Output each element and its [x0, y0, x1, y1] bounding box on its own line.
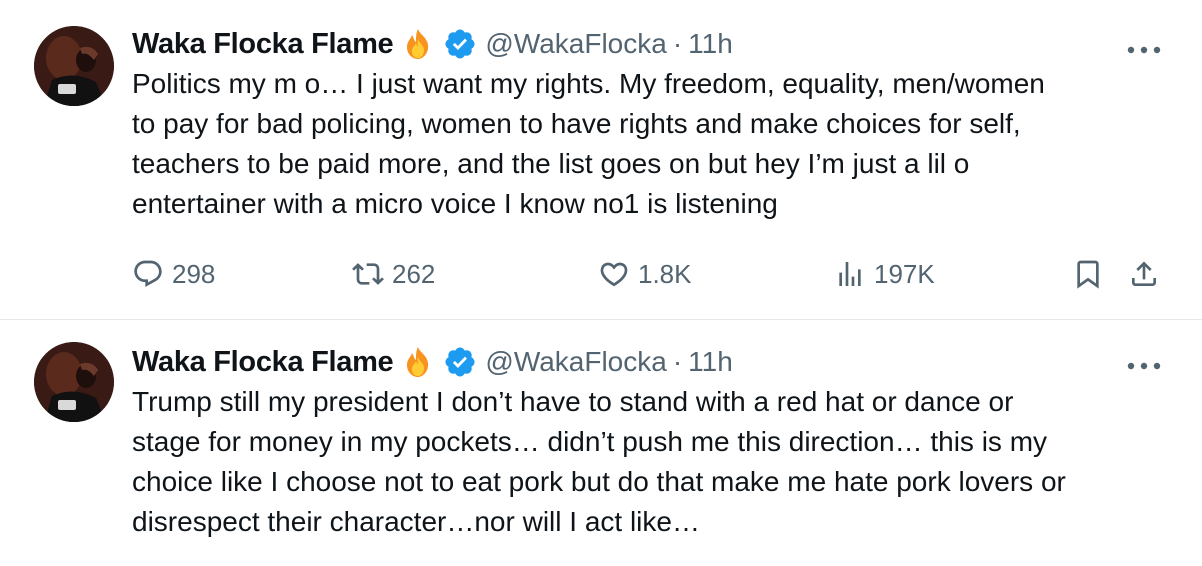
tweet-text-line: entertainer with a micro voice I know no… [132, 188, 778, 219]
share-button[interactable] [1128, 246, 1160, 302]
author-handle[interactable]: @WakaFlocka [485, 346, 666, 378]
separator-dot: · [672, 28, 683, 59]
reply-button[interactable]: 298 [132, 246, 215, 302]
views-button[interactable]: 197K [834, 246, 935, 302]
separator-dot: · [672, 346, 683, 377]
tweet-text-line: teachers to be paid more, and the list g… [132, 148, 970, 179]
tweet-text-line: disrespect their character…nor will I ac… [132, 506, 700, 537]
verified-badge-icon[interactable] [443, 345, 477, 379]
fire-icon [401, 27, 435, 61]
author-name[interactable]: Waka Flocka Flame [132, 28, 394, 61]
tweet[interactable]: Waka Flocka Flame @WakaFlocka · 11h Trum… [0, 320, 1202, 566]
tweet-header: Waka Flocka Flame @WakaFlocka · 11h [132, 24, 1168, 64]
timestamp[interactable]: 11h [688, 346, 733, 378]
tweet-text: Politics my m o… I just want my rights. … [132, 64, 1172, 224]
views-icon [839, 262, 861, 286]
timestamp[interactable]: 11h [688, 28, 733, 60]
author-handle[interactable]: @WakaFlocka [485, 28, 666, 60]
views-count: 197K [874, 258, 935, 289]
author-name[interactable]: Waka Flocka Flame [132, 346, 394, 379]
tweet-text-line: to pay for bad policing, women to have r… [132, 108, 1021, 139]
like-button[interactable]: 1.8K [598, 246, 692, 302]
reply-icon [134, 260, 162, 287]
repost-icon [352, 263, 384, 285]
avatar[interactable] [34, 26, 114, 106]
tweet-text-line: choice like I choose not to eat pork but… [132, 466, 1066, 497]
like-count: 1.8K [638, 258, 692, 289]
tweet-text-line: Politics my m o… I just want my rights. … [132, 68, 1045, 99]
avatar[interactable] [34, 342, 114, 422]
tweet-text-line: Trump still my president I don’t have to… [132, 386, 1014, 417]
tweet-text-line: stage for money in my pockets… didn’t pu… [132, 426, 1048, 457]
repost-count: 262 [392, 258, 436, 289]
like-icon [600, 262, 628, 287]
bookmark-button[interactable] [1072, 246, 1104, 302]
tweet-actions: 298 262 1.8K 197K [132, 246, 1168, 302]
repost-button[interactable]: 262 [352, 246, 435, 302]
tweet[interactable]: Waka Flocka Flame @WakaFlocka · 11h Poli… [0, 0, 1202, 320]
more-icon[interactable] [1126, 358, 1162, 370]
more-icon[interactable] [1126, 42, 1162, 54]
fire-icon [401, 345, 435, 379]
verified-badge-icon[interactable] [443, 27, 477, 61]
bookmark-icon [1077, 260, 1099, 289]
tweet-header: Waka Flocka Flame @WakaFlocka · 11h [132, 342, 1168, 382]
tweet-text: Trump still my president I don’t have to… [132, 382, 1172, 542]
share-icon [1132, 261, 1156, 286]
reply-count: 298 [172, 258, 216, 289]
